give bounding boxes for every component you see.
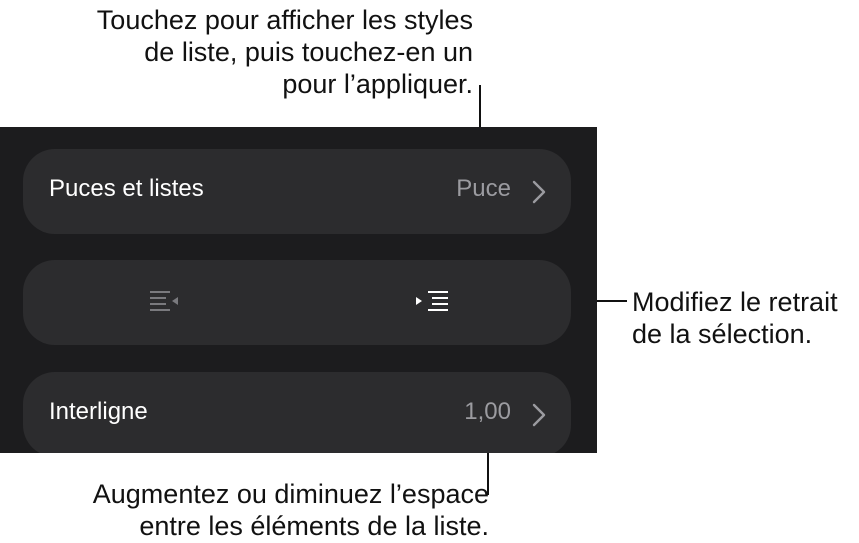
indent-row	[23, 260, 571, 345]
callout-line: Touchez pour afficher les styles	[96, 5, 473, 35]
line-spacing-label: Interligne	[49, 398, 148, 425]
callout-list-styles: Touchez pour afficher les styles de list…	[13, 4, 473, 100]
bullet-style-value: Puce	[456, 175, 511, 202]
format-panel: Puces et listes Puce Interligne 1,00	[0, 127, 597, 453]
chevron-right-icon	[532, 403, 546, 427]
callout-line: de liste, puis touchez-en un	[144, 37, 473, 67]
decrease-indent-icon[interactable]	[138, 281, 198, 325]
callout-line: Augmentez ou diminuez l’espace	[92, 479, 489, 509]
callout-line-spacing: Augmentez ou diminuez l’espace entre les…	[9, 478, 489, 542]
increase-indent-icon[interactable]	[406, 281, 466, 325]
bullets-and-lists-row[interactable]: Puces et listes Puce	[23, 149, 571, 234]
line-spacing-row[interactable]: Interligne 1,00	[23, 372, 571, 453]
bullets-and-lists-label: Puces et listes	[49, 175, 204, 202]
callout-line: entre les éléments de la liste.	[139, 511, 489, 541]
callout-line: Modifiez le retrait	[632, 287, 838, 317]
callout-line: de la sélection.	[632, 319, 813, 349]
callout-line: pour l’appliquer.	[282, 69, 473, 99]
callout-indent: Modifiez le retrait de la sélection.	[632, 286, 859, 350]
chevron-right-icon	[532, 180, 546, 204]
line-spacing-value: 1,00	[464, 398, 511, 425]
